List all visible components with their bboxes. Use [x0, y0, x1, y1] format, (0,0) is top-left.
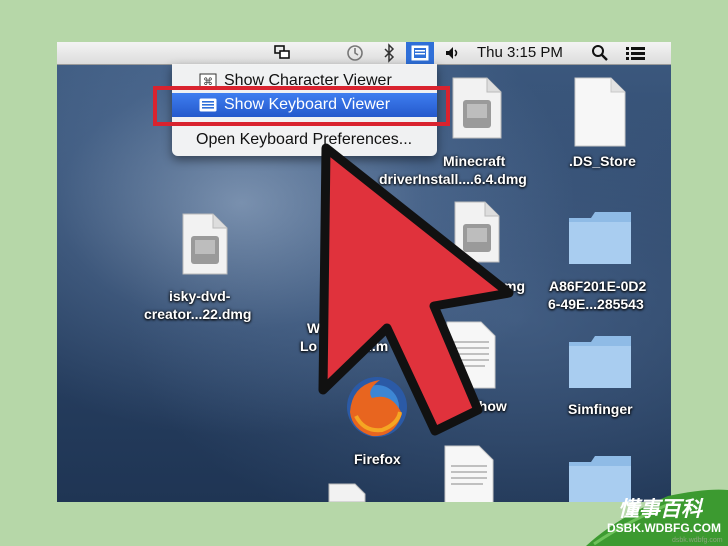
watermark-url: DSBK.WDBFG.COM — [607, 521, 721, 535]
watermark-small-url: dsbk.wdbfg.com — [672, 537, 723, 544]
annotation-arrow — [318, 143, 514, 436]
watermark-title: 懂事百科 — [618, 498, 702, 521]
